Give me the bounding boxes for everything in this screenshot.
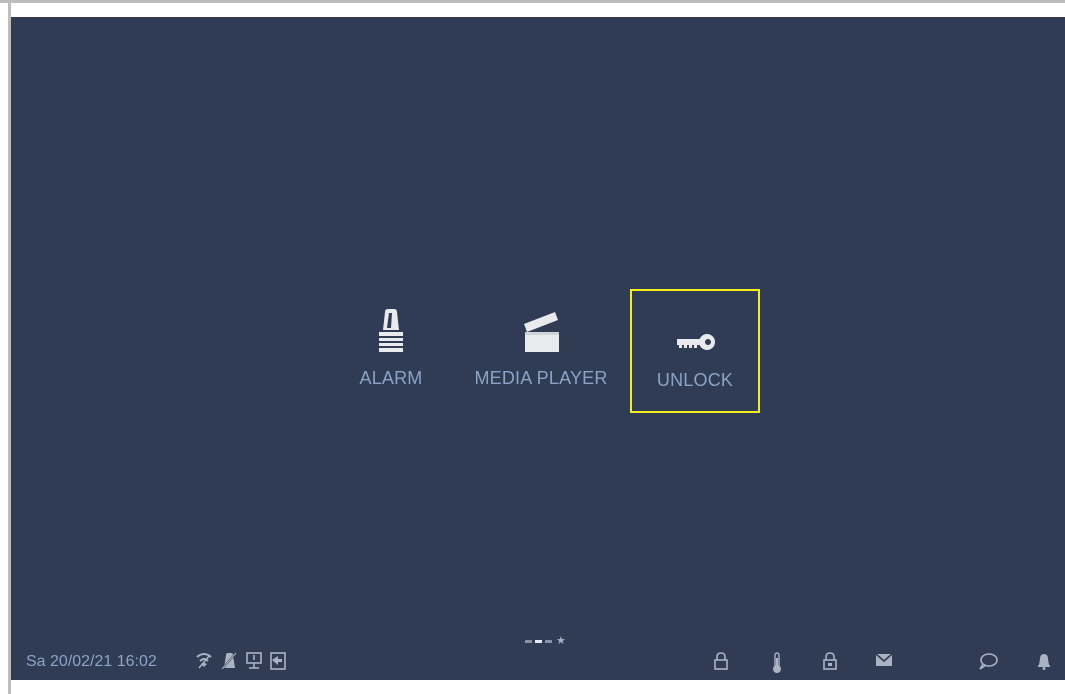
security-lock-icon[interactable]: [822, 652, 838, 675]
tile-unlock[interactable]: UNLOCK: [630, 289, 760, 413]
status-bar: Sa 20/02/21 16:02: [11, 644, 1065, 680]
wifi-icon[interactable]: [196, 652, 212, 675]
home-screen: ALARM MEDIA PLAYER UNLOCK ★ Sa 20/02/21 …: [11, 17, 1065, 680]
frame-top-border: [0, 0, 1065, 3]
chat-icon[interactable]: [978, 652, 998, 675]
network-icon[interactable]: [246, 652, 262, 675]
thermometer-icon[interactable]: [771, 652, 783, 679]
page-dot-2[interactable]: [535, 639, 542, 643]
tile-unlock-label: UNLOCK: [656, 370, 734, 390]
mute-icon[interactable]: [221, 652, 237, 675]
clapperboard-icon: [521, 306, 561, 354]
page-dot-1[interactable]: [525, 639, 532, 643]
mail-icon[interactable]: [875, 652, 893, 673]
date-time: Sa 20/02/21 16:02: [26, 653, 157, 670]
tile-alarm[interactable]: ALARM: [336, 300, 446, 410]
key-icon: [673, 308, 717, 356]
page-dot-3[interactable]: [545, 639, 552, 643]
tile-media-player[interactable]: MEDIA PLAYER: [461, 300, 621, 410]
bell-icon[interactable]: [1037, 652, 1051, 675]
tile-alarm-label: ALARM: [359, 368, 423, 388]
alarm-siren-icon: [374, 306, 408, 354]
door-icon[interactable]: [270, 652, 286, 675]
lock-icon[interactable]: [713, 652, 729, 675]
tile-media-player-label: MEDIA PLAYER: [474, 368, 608, 388]
